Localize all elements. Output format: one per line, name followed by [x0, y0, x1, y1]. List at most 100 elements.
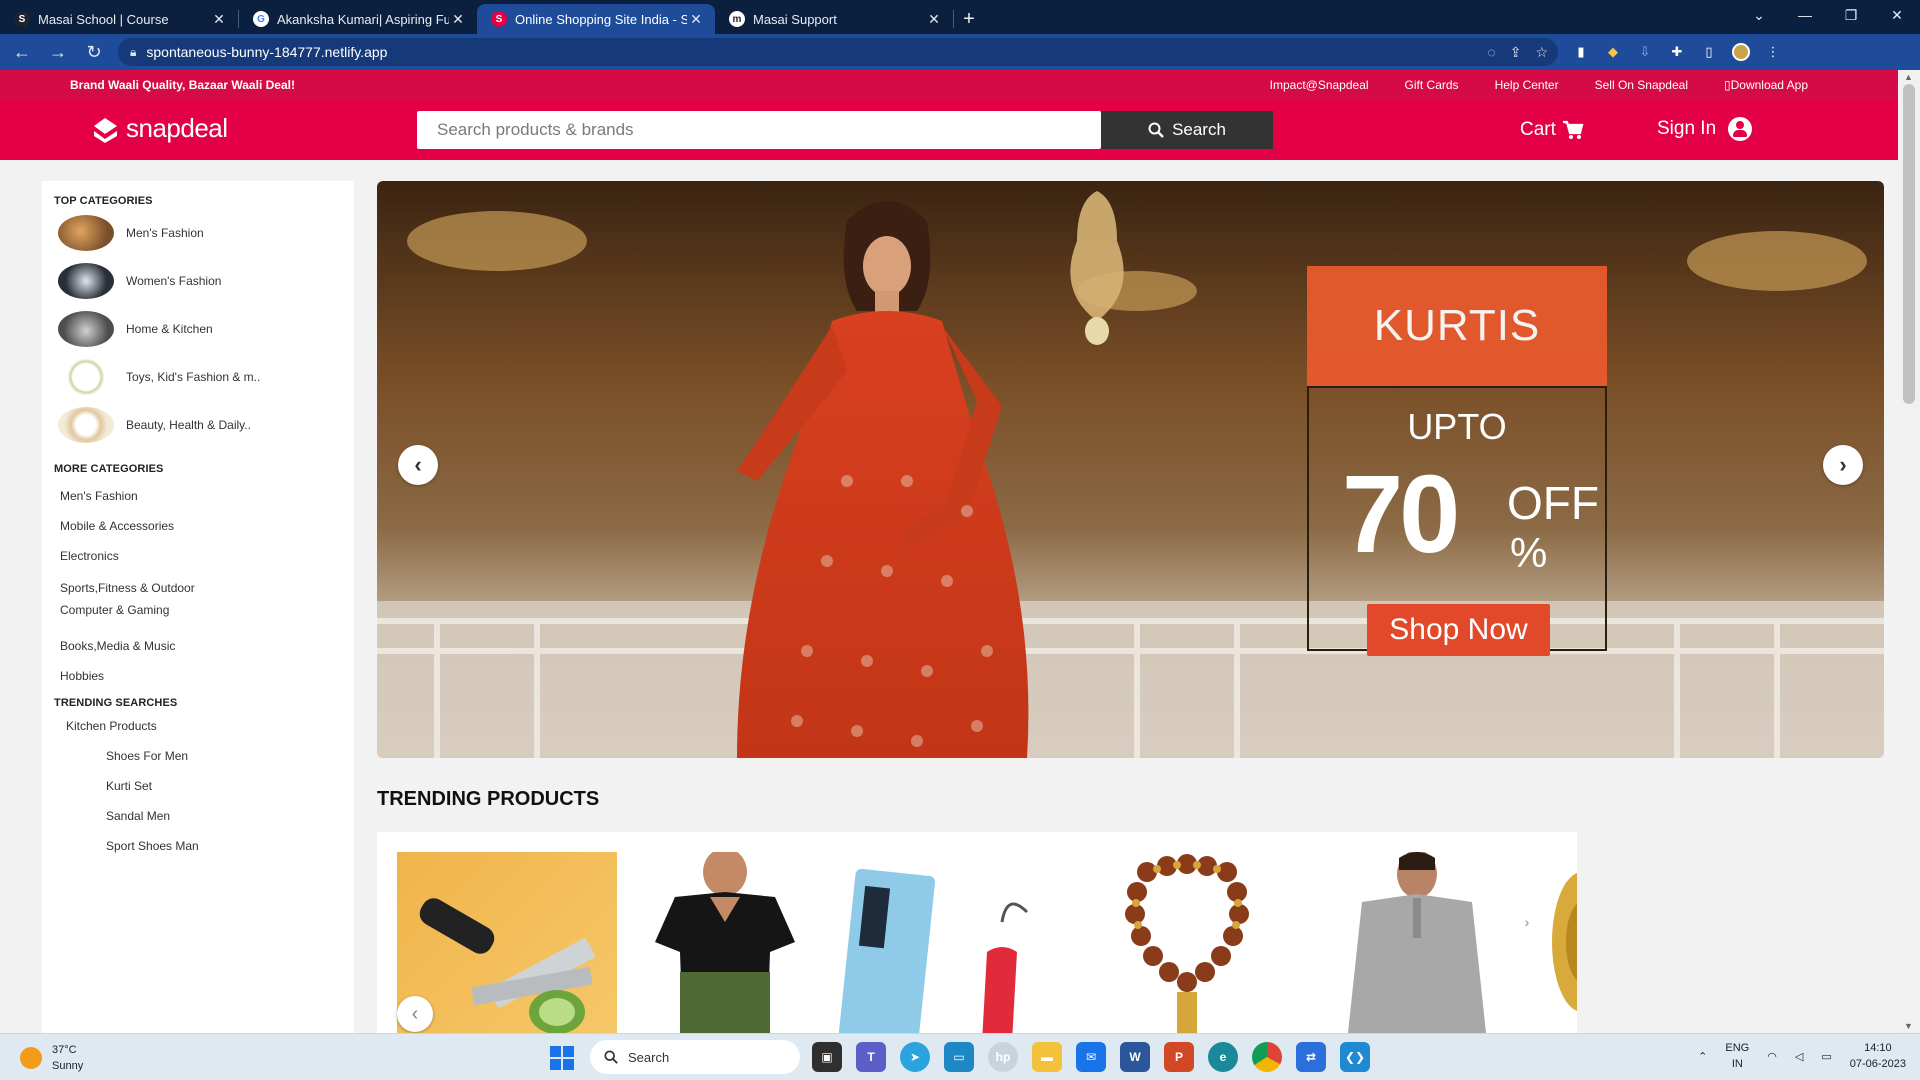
search-input[interactable]: Search products & brands [417, 111, 1101, 149]
language-indicator[interactable]: ENG IN [1725, 1040, 1749, 1072]
scroll-up-icon[interactable]: ▲ [1904, 72, 1913, 82]
close-window-icon[interactable]: ✕ [1874, 0, 1920, 30]
more-categories-title: MORE CATEGORIES [54, 463, 164, 475]
products-prev-icon[interactable]: ‹ [397, 996, 433, 1032]
more-category-item[interactable]: Books,Media & Music [54, 631, 354, 661]
wifi-icon[interactable]: ◠ [1767, 1050, 1777, 1063]
top-category-item[interactable]: Beauty, Health & Daily.. [54, 401, 354, 449]
menu-dots-icon[interactable]: ⋮ [1764, 43, 1782, 61]
shop-now-button[interactable]: Shop Now [1367, 604, 1550, 656]
category-thumbnail [58, 359, 114, 395]
bookmark-star-icon[interactable]: ☆ [1535, 44, 1548, 61]
edge-icon[interactable]: e [1208, 1042, 1238, 1072]
hp-icon[interactable]: hp [988, 1042, 1018, 1072]
tab-search-icon[interactable]: ⌄ [1736, 0, 1782, 30]
scrollbar-thumb[interactable] [1903, 84, 1915, 404]
trending-search-item[interactable]: Shoes For Men [54, 741, 354, 771]
tab-title: Masai Support [753, 11, 837, 27]
tray-expand-icon[interactable]: ⌃ [1698, 1050, 1707, 1063]
banner-next-icon[interactable]: › [1823, 445, 1863, 485]
minimize-icon[interactable]: — [1782, 0, 1828, 30]
trending-search-item[interactable]: Sport Shoes Man [54, 831, 354, 861]
browser-tab[interactable]: m Masai Support ✕ [715, 4, 953, 34]
top-category-item[interactable]: Home & Kitchen [54, 305, 354, 353]
chrome-icon[interactable] [1252, 1042, 1282, 1072]
new-tab-icon[interactable]: + [954, 4, 984, 34]
snapdeal-logo[interactable]: snapdeal [90, 113, 228, 144]
more-category-item[interactable]: Men's Fashion [54, 481, 354, 511]
windows-start-icon[interactable] [550, 1046, 574, 1070]
products-next-icon[interactable]: › [1517, 912, 1537, 932]
puzzle-icon[interactable]: ✚ [1668, 43, 1686, 61]
product-card[interactable] [635, 848, 815, 1033]
profile-avatar[interactable] [1732, 43, 1750, 61]
top-link[interactable]: Help Center [1495, 78, 1559, 92]
product-card[interactable] [837, 852, 1057, 1033]
monitor-icon[interactable]: ▭ [944, 1042, 974, 1072]
product-card[interactable] [1077, 852, 1297, 1033]
restore-icon[interactable]: ❐ [1828, 0, 1874, 30]
search-button[interactable]: Search [1101, 111, 1273, 149]
tab-close-icon[interactable]: ✕ [449, 11, 467, 28]
trending-search-item[interactable]: Kitchen Products [54, 711, 354, 741]
url-field[interactable]: 🔒︎ spontaneous-bunny-184777.netlify.app … [118, 38, 1558, 66]
teams-icon[interactable]: T [856, 1042, 886, 1072]
top-link[interactable]: Impact@Snapdeal [1270, 78, 1369, 92]
side-panel-icon[interactable]: ▯ [1700, 43, 1718, 61]
trending-searches-title: TRENDING SEARCHES [54, 697, 178, 709]
task-view-icon[interactable]: ▣ [812, 1042, 842, 1072]
banner-prev-icon[interactable]: ‹ [398, 445, 438, 485]
promo-text: Brand Waali Quality, Bazaar Waali Deal! [70, 78, 295, 92]
top-category-item[interactable]: Women's Fashion [54, 257, 354, 305]
category-sidebar: TOP CATEGORIES Men's Fashion Women's Fas… [42, 181, 354, 1033]
top-category-item[interactable]: Toys, Kid's Fashion & m.. [54, 353, 354, 401]
more-category-item[interactable]: Hobbies [54, 661, 354, 691]
color-picker-icon[interactable]: ◆ [1604, 43, 1622, 61]
lock-icon[interactable]: 🔒︎ [130, 45, 136, 60]
weather-widget[interactable]: 37°C Sunny [20, 1042, 83, 1074]
tab-close-icon[interactable]: ✕ [210, 11, 228, 28]
reload-icon[interactable]: ↻ [80, 38, 108, 66]
top-link[interactable]: Gift Cards [1405, 78, 1459, 92]
share-icon[interactable]: ⇪ [1510, 44, 1522, 61]
download-app-link[interactable]: ▯Download App [1724, 78, 1808, 92]
hero-banner[interactable]: KURTIS UPTO 70 OFF % Shop Now ‹ › [377, 181, 1884, 758]
volume-icon[interactable]: ◁ [1795, 1050, 1803, 1063]
taskbar-search[interactable]: Search [590, 1040, 800, 1074]
top-category-item[interactable]: Men's Fashion [54, 209, 354, 257]
product-card[interactable] [1542, 852, 1577, 1033]
mail-icon[interactable]: ✉ [1076, 1042, 1106, 1072]
powerpoint-icon[interactable]: P [1164, 1042, 1194, 1072]
scroll-down-icon[interactable]: ▼ [1904, 1021, 1913, 1031]
search-button-label: Search [1172, 120, 1226, 139]
page-scrollbar[interactable]: ▲ ▼ [1898, 70, 1920, 1033]
word-icon[interactable]: W [1120, 1042, 1150, 1072]
top-link[interactable]: Sell On Snapdeal [1595, 78, 1688, 92]
battery-icon[interactable]: ▭ [1821, 1050, 1831, 1063]
remote-desktop-icon[interactable]: ⇄ [1296, 1042, 1326, 1072]
trending-search-item[interactable]: Sandal Men [54, 801, 354, 831]
telegram-icon[interactable]: ➤ [900, 1042, 930, 1072]
browser-tab[interactable]: S Masai School | Course ✕ [0, 4, 238, 34]
tab-close-icon[interactable]: ✕ [925, 11, 943, 28]
signin-button[interactable]: Sign In [1657, 117, 1753, 141]
eye-off-icon[interactable]: ◌ [1487, 44, 1495, 60]
browser-tab[interactable]: G Akanksha Kumari| Aspiring Full St ✕ [239, 4, 477, 34]
vscode-icon[interactable]: ❮❯ [1340, 1042, 1370, 1072]
back-icon[interactable]: ← [8, 38, 36, 66]
tab-close-icon[interactable]: ✕ [687, 11, 705, 28]
product-image [1347, 850, 1487, 1033]
more-category-item[interactable]: Computer & Gaming [54, 599, 354, 621]
file-explorer-icon[interactable]: ▬ [1032, 1042, 1062, 1072]
more-category-item[interactable]: Sports,Fitness & Outdoor [54, 577, 354, 599]
cart-button[interactable]: Cart [1520, 119, 1584, 141]
product-card[interactable] [1317, 850, 1517, 1033]
clock[interactable]: 14:10 07-06-2023 [1850, 1040, 1906, 1072]
trending-search-item[interactable]: Kurti Set [54, 771, 354, 801]
forward-icon[interactable]: → [44, 38, 72, 66]
more-category-item[interactable]: Mobile & Accessories [54, 511, 354, 541]
extension-icon[interactable]: ▮ [1572, 43, 1590, 61]
more-category-item[interactable]: Electronics [54, 541, 354, 571]
browser-tab-active[interactable]: S Online Shopping Site India - Sho ✕ [477, 4, 715, 34]
download-icon[interactable]: ⇩ [1636, 43, 1654, 61]
